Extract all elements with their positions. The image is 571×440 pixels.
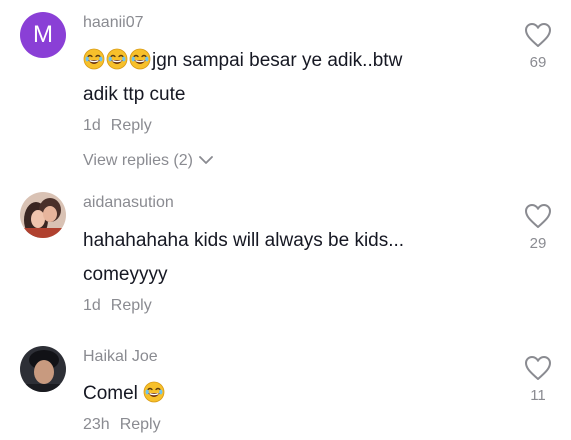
laughing-emoji-icon (143, 381, 165, 413)
reply-button[interactable]: Reply (111, 117, 152, 134)
like-count: 11 (530, 387, 546, 404)
laughing-emoji-icon (83, 48, 105, 80)
comment-meta: 23h Reply (83, 416, 161, 434)
like-button[interactable]: 11 (522, 355, 554, 404)
laughing-emoji-icon (129, 48, 151, 80)
like-button[interactable]: 29 (522, 203, 554, 252)
comment-time: 1d (83, 117, 101, 134)
comment-username[interactable]: Haikal Joe (83, 348, 158, 366)
like-count: 69 (529, 54, 547, 71)
reply-button[interactable]: Reply (120, 416, 161, 433)
view-replies-button[interactable]: View replies (2) (83, 152, 213, 170)
heart-outline-icon (522, 355, 554, 381)
comment-text: jgn sampai besar ye adik..btw (83, 45, 402, 80)
comment-time: 23h (83, 416, 110, 433)
comment-text-line2: comeyyyy (83, 264, 168, 285)
comment-text-line1: Comel (83, 383, 138, 404)
comment-text-line2: adik ttp cute (83, 84, 186, 105)
comment-meta: 1d Reply (83, 117, 152, 135)
comment-meta: 1d Reply (83, 297, 152, 315)
comment-text-line1: jgn sampai besar ye adik..btw (152, 50, 403, 71)
comment-username[interactable]: haanii07 (83, 14, 144, 32)
avatar[interactable] (20, 346, 66, 392)
comment-text: hahahahaha kids will always be kids... (83, 230, 405, 251)
like-button[interactable]: 69 (522, 22, 554, 71)
comment-username[interactable]: aidanasution (83, 194, 174, 212)
reply-button[interactable]: Reply (111, 297, 152, 314)
heart-outline-icon (522, 22, 554, 48)
view-replies-label: View replies (2) (83, 152, 193, 169)
laughing-emoji-icon (106, 48, 128, 80)
avatar[interactable]: M (20, 12, 66, 58)
chevron-down-icon (199, 152, 213, 170)
avatar[interactable] (20, 192, 66, 238)
comment-time: 1d (83, 297, 101, 314)
heart-outline-icon (522, 203, 554, 229)
like-count: 29 (529, 235, 547, 252)
comment-text: Comel (83, 378, 166, 413)
